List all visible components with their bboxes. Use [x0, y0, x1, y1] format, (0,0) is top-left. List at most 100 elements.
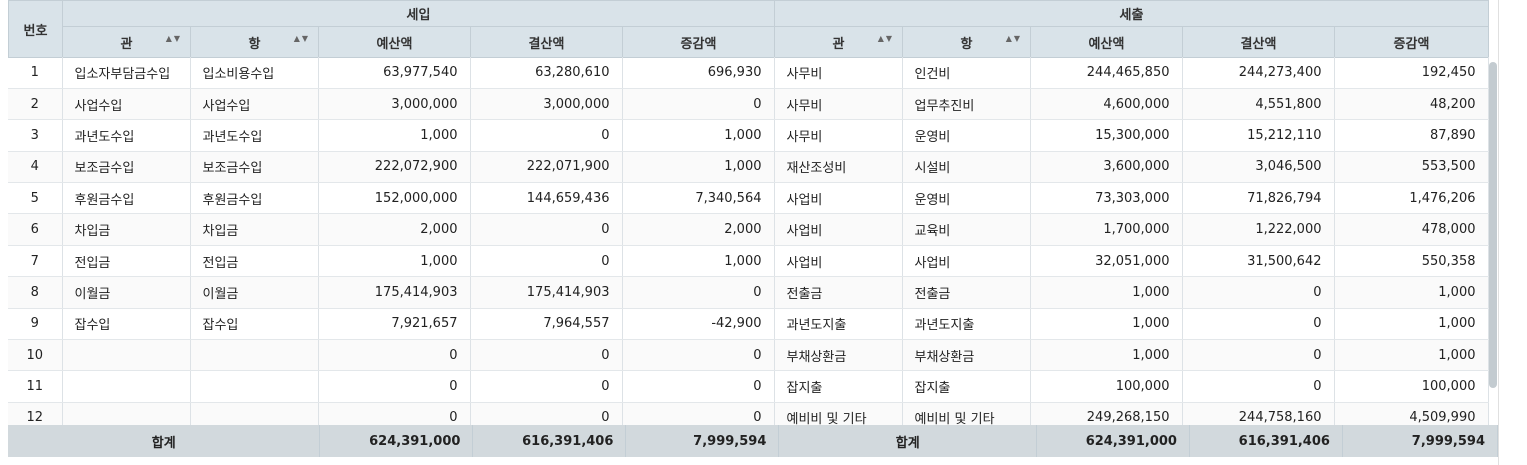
income-budget: 2,000 [318, 213, 471, 246]
income-budget: 0 [318, 339, 471, 372]
expense-diff: 553,500 [1334, 151, 1489, 184]
expense-settle: 244,758,160 [1182, 402, 1335, 425]
vertical-scrollbar[interactable] [1489, 62, 1497, 388]
income-gwan: 전입금 [62, 245, 191, 278]
row-no: 1 [8, 57, 63, 89]
income-budget: 1,000 [318, 245, 471, 278]
expense-hang: 잡지출 [902, 370, 1031, 403]
income-hang: 차입금 [190, 213, 319, 246]
expense-gwan: 전출금 [774, 276, 903, 309]
expense-budget: 3,600,000 [1030, 151, 1183, 184]
income-settle: 0 [470, 402, 623, 425]
expense-diff: 478,000 [1334, 213, 1489, 246]
table-row[interactable]: 6 차입금 차입금 2,000 0 2,000 사업비 교육비 1,700,000 1,222,0… [8, 213, 1489, 246]
table-row[interactable]: 2 사업수입 사업수입 3,000,000 3,000,000 0 사무비 업무추진비 4,60… [8, 88, 1489, 121]
row-no: 8 [8, 276, 63, 309]
income-diff: 1,000 [622, 119, 775, 152]
income-hang [190, 402, 319, 425]
expense-diff: 4,509,990 [1334, 402, 1489, 425]
expense-gwan: 사무비 [774, 88, 903, 121]
grid-body[interactable]: 1 입소자부담금수입 입소비용수입 63,977,540 63,280,610 696,9… [8, 57, 1498, 425]
expense-diff: 1,000 [1334, 339, 1489, 372]
income-diff: 2,000 [622, 213, 775, 246]
income-gwan: 과년도수입 [62, 119, 191, 152]
sort-filter-icon[interactable]: ▲▼ [294, 34, 310, 43]
income-budget: 175,414,903 [318, 276, 471, 309]
expense-diff: 1,000 [1334, 276, 1489, 309]
expense-hang: 사업비 [902, 245, 1031, 278]
expense-hang: 부채상환금 [902, 339, 1031, 372]
table-row[interactable]: 9 잡수입 잡수입 7,921,657 7,964,557 -42,900 과년도지출 과년도… [8, 308, 1489, 341]
header-income-budget: 예산액 [318, 26, 471, 58]
expense-settle: 244,273,400 [1182, 57, 1335, 89]
income-diff: 0 [622, 339, 775, 372]
income-settle: 63,280,610 [470, 57, 623, 89]
expense-settle: 0 [1182, 276, 1335, 309]
total-expense-settle: 616,391,406 [1189, 425, 1343, 457]
table-row[interactable]: 4 보조금수입 보조금수입 222,072,900 222,071,900 1,000 재산… [8, 151, 1489, 184]
income-settle: 7,964,557 [470, 308, 623, 341]
header-income-settle: 결산액 [470, 26, 623, 58]
expense-diff: 1,000 [1334, 308, 1489, 341]
table-row[interactable]: 10 0 0 0 부채상환금 부채상환금 1,000 0 1,000 [8, 339, 1489, 372]
header-expense-hang[interactable]: 항 ▲▼ [902, 26, 1031, 58]
income-settle: 0 [470, 245, 623, 278]
income-budget: 1,000 [318, 119, 471, 152]
header-no: 번호 [8, 0, 63, 58]
header-income-gwan[interactable]: 관 ▲▼ [62, 26, 191, 58]
sort-filter-icon[interactable]: ▲▼ [878, 34, 894, 43]
income-diff: 1,000 [622, 245, 775, 278]
expense-hang: 예비비 및 기타 [902, 402, 1031, 425]
income-budget: 0 [318, 370, 471, 403]
income-hang: 사업수입 [190, 88, 319, 121]
table-row[interactable]: 5 후원금수입 후원금수입 152,000,000 144,659,436 7,340,5… [8, 182, 1489, 215]
divider [1498, 0, 1499, 465]
income-hang: 이월금 [190, 276, 319, 309]
expense-gwan: 사무비 [774, 57, 903, 89]
income-gwan: 보조금수입 [62, 151, 191, 184]
table-row[interactable]: 3 과년도수입 과년도수입 1,000 0 1,000 사무비 운영비 15,300,000 15… [8, 119, 1489, 152]
expense-settle: 0 [1182, 370, 1335, 403]
expense-gwan: 부채상환금 [774, 339, 903, 372]
expense-hang: 업무추진비 [902, 88, 1031, 121]
sort-filter-icon[interactable]: ▲▼ [1006, 34, 1022, 43]
total-label-expense: 합계 [778, 425, 1038, 457]
header-income-hang[interactable]: 항 ▲▼ [190, 26, 319, 58]
expense-hang: 인건비 [902, 57, 1031, 89]
budget-grid: 번호 세입 세출 관 ▲▼ 항 ▲▼ 예산액 결산액 증감액 관 ▲▼ 항 ▲▼ 예산액… [8, 0, 1499, 457]
header-expense: 세출 [774, 0, 1489, 27]
income-gwan [62, 339, 191, 372]
expense-hang: 교육비 [902, 213, 1031, 246]
income-settle: 222,071,900 [470, 151, 623, 184]
income-hang [190, 339, 319, 372]
expense-budget: 1,000 [1030, 276, 1183, 309]
expense-settle: 0 [1182, 308, 1335, 341]
row-no: 12 [8, 402, 63, 425]
table-row[interactable]: 8 이월금 이월금 175,414,903 175,414,903 0 전출금 전출금 1,00… [8, 276, 1489, 309]
income-settle: 0 [470, 213, 623, 246]
total-label-income: 합계 [8, 425, 321, 457]
expense-gwan: 잡지출 [774, 370, 903, 403]
header-income: 세입 [62, 0, 775, 27]
expense-budget: 15,300,000 [1030, 119, 1183, 152]
header-expense-gwan[interactable]: 관 ▲▼ [774, 26, 903, 58]
table-row[interactable]: 1 입소자부담금수입 입소비용수입 63,977,540 63,280,610 696,9… [8, 57, 1489, 89]
table-row[interactable]: 11 0 0 0 잡지출 잡지출 100,000 0 100,000 [8, 370, 1489, 403]
expense-settle: 15,212,110 [1182, 119, 1335, 152]
row-no: 4 [8, 151, 63, 184]
total-income-diff: 7,999,594 [625, 425, 780, 457]
expense-settle: 3,046,500 [1182, 151, 1335, 184]
expense-diff: 192,450 [1334, 57, 1489, 89]
table-row[interactable]: 7 전입금 전입금 1,000 0 1,000 사업비 사업비 32,051,000 31,50… [8, 245, 1489, 278]
sort-filter-icon[interactable]: ▲▼ [166, 34, 182, 43]
expense-gwan: 사업비 [774, 182, 903, 215]
total-expense-budget: 624,391,000 [1036, 425, 1190, 457]
income-gwan: 사업수입 [62, 88, 191, 121]
header-expense-settle: 결산액 [1182, 26, 1335, 58]
row-no: 3 [8, 119, 63, 152]
table-row[interactable]: 12 0 0 0 예비비 및 기타 예비비 및 기타 249,268,150 244,758,… [8, 402, 1489, 425]
income-hang: 후원금수입 [190, 182, 319, 215]
row-no: 5 [8, 182, 63, 215]
expense-hang: 운영비 [902, 182, 1031, 215]
expense-budget: 100,000 [1030, 370, 1183, 403]
